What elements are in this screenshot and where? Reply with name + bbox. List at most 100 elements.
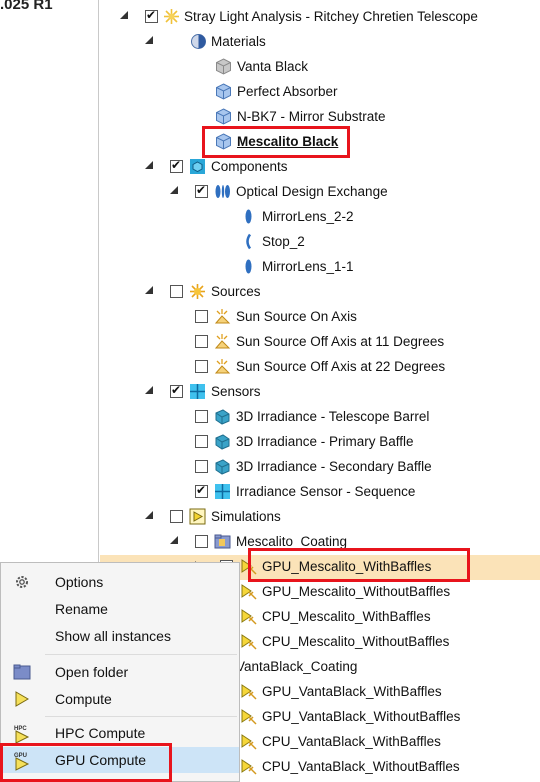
checkbox[interactable] — [195, 435, 208, 448]
tree-item-label: MirrorLens_2-2 — [262, 209, 354, 224]
irradiance-3d-icon — [214, 458, 231, 475]
hpc-compute-icon: HPC — [13, 724, 33, 744]
tree-item-label: Stray Light Analysis - Ritchey Chretien … — [184, 9, 478, 24]
sources-sun-icon — [189, 283, 206, 300]
tree-item-material[interactable]: Perfect Absorber — [100, 80, 540, 105]
tree-item-label: GPU_Mescalito_WithoutBaffles — [262, 584, 451, 599]
sensors-icon — [189, 383, 206, 400]
checkbox[interactable] — [195, 460, 208, 473]
sun-analysis-icon — [163, 8, 180, 25]
tree-item-sensors[interactable]: Sensors — [100, 380, 540, 405]
menu-item-label: Compute — [55, 691, 112, 707]
folder-open-icon — [13, 663, 33, 681]
tree-item-source[interactable]: Sun Source Off Axis at 11 Degrees — [100, 330, 540, 355]
expander-icon[interactable] — [120, 11, 128, 19]
irradiance-3d-icon — [214, 433, 231, 450]
simulation-icon — [240, 733, 257, 750]
simulation-icon — [240, 758, 257, 775]
tree-item-sensor[interactable]: Irradiance Sensor - Sequence — [100, 480, 540, 505]
irradiance-3d-icon — [214, 408, 231, 425]
checkbox[interactable] — [170, 510, 183, 523]
tree-item-lens[interactable]: MirrorLens_2-2 — [100, 205, 540, 230]
menu-separator — [45, 716, 237, 717]
checkbox[interactable] — [170, 285, 183, 298]
simulation-icon — [240, 633, 257, 650]
simulations-play-icon — [189, 508, 206, 525]
tree-item-label: N-BK7 - Mirror Substrate — [237, 109, 386, 124]
checkbox[interactable] — [195, 335, 208, 348]
checkbox[interactable] — [195, 535, 208, 548]
tree-item-sensor[interactable]: 3D Irradiance - Telescope Barrel — [100, 405, 540, 430]
tree-item-label: Sun Source Off Axis at 11 Degrees — [236, 334, 445, 349]
tree-item-materials[interactable]: Materials — [100, 30, 540, 55]
menu-item-compute[interactable]: Compute — [1, 686, 239, 712]
checkbox[interactable] — [195, 483, 208, 498]
menu-separator — [45, 654, 237, 655]
tree-item-label: CPU_VantaBlack_WithoutBaffles — [262, 759, 460, 774]
left-panel-fragment: .025 R1 — [0, 0, 53, 13]
menu-item-open-folder[interactable]: Open folder — [1, 659, 239, 685]
expander-icon[interactable] — [170, 186, 178, 194]
highlight-box-mescalito-black — [202, 126, 350, 158]
checkbox[interactable] — [195, 310, 208, 323]
checkbox[interactable] — [195, 410, 208, 423]
checkbox[interactable] — [170, 158, 183, 173]
tree-item-sensor[interactable]: 3D Irradiance - Primary Baffle — [100, 430, 540, 455]
compute-play-icon — [13, 690, 33, 708]
tree-item-label: MirrorLens_1-1 — [262, 259, 354, 274]
tree-item-simulations[interactable]: Simulations — [100, 505, 540, 530]
checkbox[interactable] — [195, 360, 208, 373]
tree-item-stop[interactable]: Stop_2 — [100, 230, 540, 255]
tree-item-label: 3D Irradiance - Telescope Barrel — [236, 409, 430, 424]
tree-item-label: Optical Design Exchange — [236, 184, 388, 199]
lens-blue-icon — [240, 208, 257, 225]
tree-item-label: Sources — [211, 284, 261, 299]
tree-item-label: Simulations — [211, 509, 281, 524]
tree-item-optical-design-exchange[interactable]: Optical Design Exchange — [100, 180, 540, 205]
irradiance-sensor-icon — [214, 483, 231, 500]
tree-item-components[interactable]: Components — [100, 155, 540, 180]
expander-icon[interactable] — [170, 536, 178, 544]
tree-item-label: Irradiance Sensor - Sequence — [236, 484, 416, 499]
tree-item-label: GPU_VantaBlack_WithBaffles — [262, 684, 442, 699]
checkbox[interactable] — [145, 8, 158, 23]
stop-icon — [240, 233, 257, 250]
checkbox[interactable] — [195, 183, 208, 198]
expander-icon[interactable] — [145, 286, 153, 294]
expander-icon[interactable] — [145, 511, 153, 519]
gear-icon — [13, 573, 33, 591]
expander-icon[interactable] — [145, 161, 153, 169]
tree-item-label: Components — [211, 159, 288, 174]
tree-item-label: Mescalito_Coating — [236, 534, 348, 549]
menu-item-show-all-instances[interactable]: Show all instances — [1, 623, 239, 649]
folder-icon — [214, 533, 231, 550]
highlight-box-gpu-simulation — [248, 548, 470, 582]
simulation-icon — [240, 583, 257, 600]
menu-item-options[interactable]: Options — [1, 569, 239, 595]
simulation-icon — [240, 608, 257, 625]
tree-item-source[interactable]: Sun Source On Axis — [100, 305, 540, 330]
tree-item-label: 3D Irradiance - Primary Baffle — [236, 434, 414, 449]
tree-item-sources[interactable]: Sources — [100, 280, 540, 305]
tree-item-source[interactable]: Sun Source Off Axis at 22 Degrees — [100, 355, 540, 380]
checkbox[interactable] — [170, 383, 183, 398]
menu-item-label: Options — [55, 574, 104, 590]
tree-item-label: Materials — [211, 34, 266, 49]
tree-item-label: VantaBlack_Coating — [236, 659, 358, 674]
sun-source-icon — [214, 308, 231, 325]
tree-item-root[interactable]: Stray Light Analysis - Ritchey Chretien … — [100, 5, 540, 30]
expander-icon[interactable] — [145, 386, 153, 394]
sun-source-icon — [214, 333, 231, 350]
tree-item-material[interactable]: Vanta Black — [100, 55, 540, 80]
optical-lens-icon — [214, 183, 231, 200]
tree-item-label: Stop_2 — [262, 234, 305, 249]
tree-item-label: GPU_VantaBlack_WithoutBaffles — [262, 709, 461, 724]
components-icon — [189, 158, 206, 175]
tree-item-lens[interactable]: MirrorLens_1-1 — [100, 255, 540, 280]
menu-item-label: Open folder — [55, 664, 129, 680]
menu-item-label: Rename — [55, 601, 108, 617]
expander-icon[interactable] — [145, 36, 153, 44]
menu-item-rename[interactable]: Rename — [1, 596, 239, 622]
tree-item-sensor[interactable]: 3D Irradiance - Secondary Baffle — [100, 455, 540, 480]
materials-sphere-icon — [190, 33, 207, 50]
